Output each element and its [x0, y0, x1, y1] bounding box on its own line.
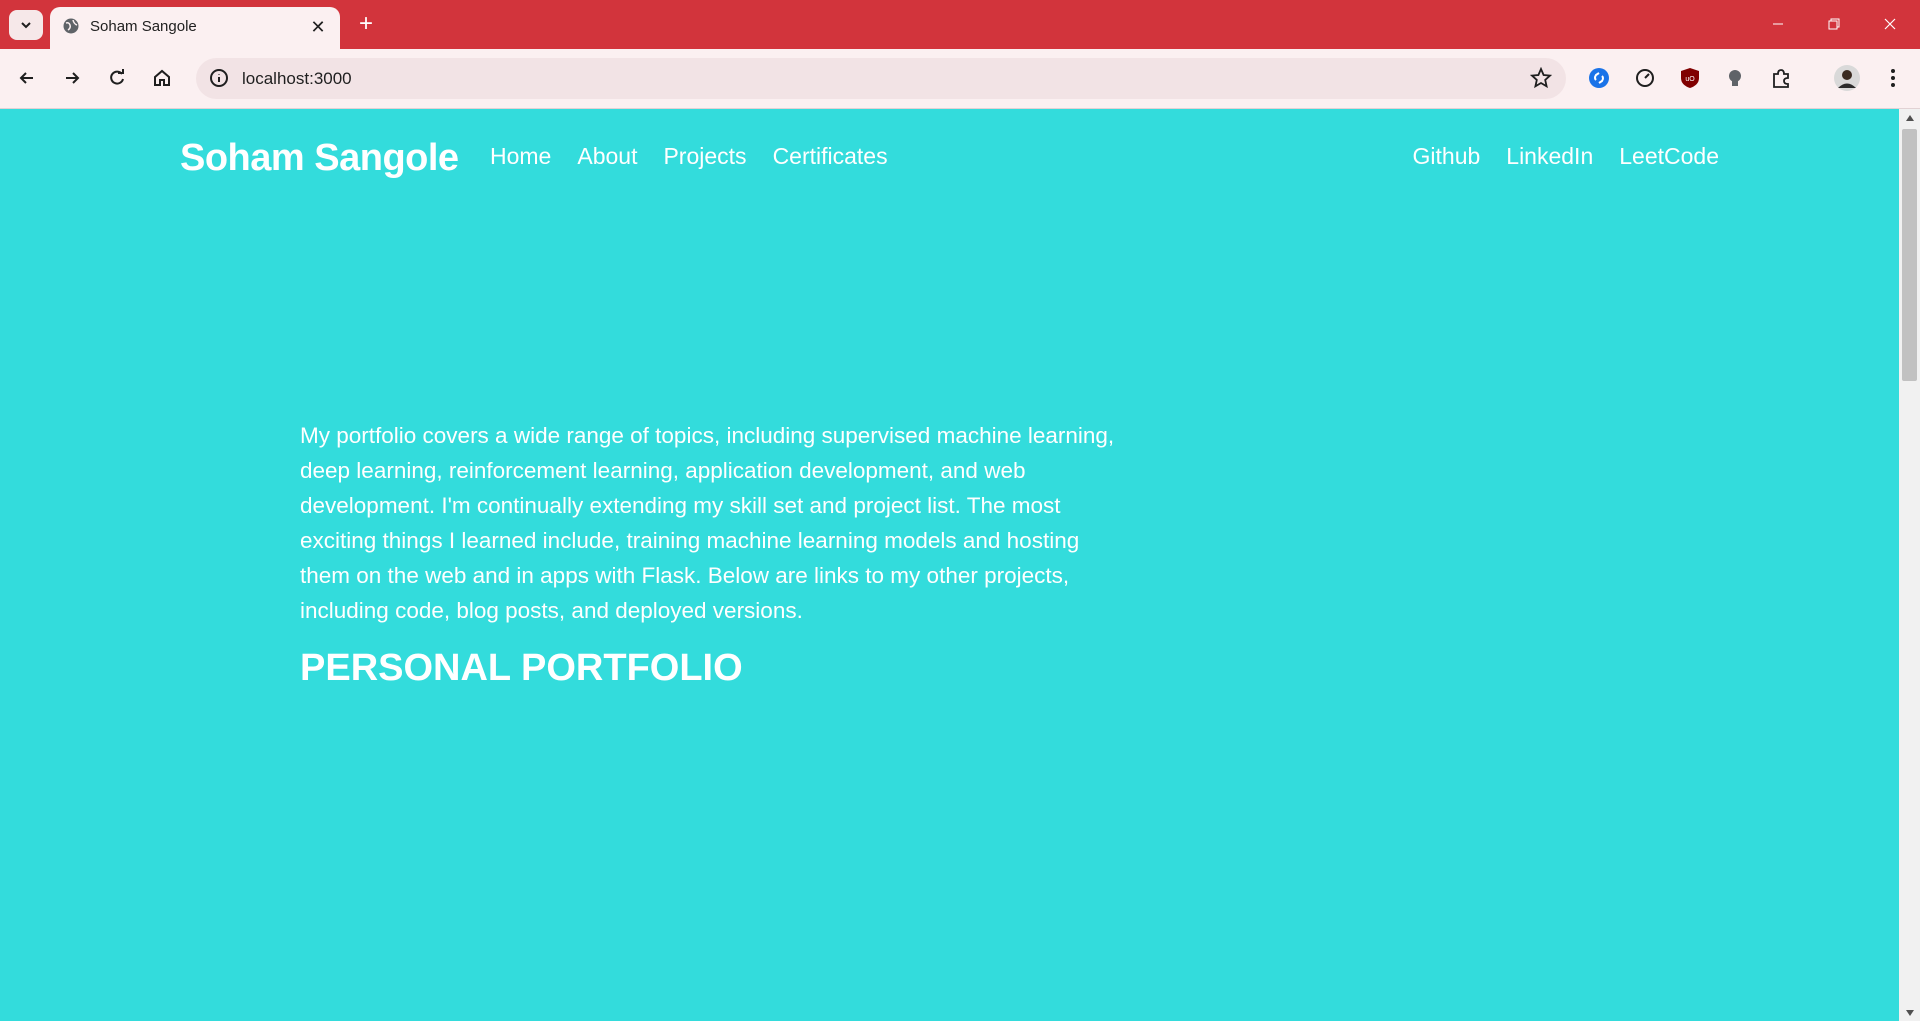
triangle-up-icon [1905, 114, 1914, 121]
page-viewport: Soham Sangole Home About Projects Certif… [0, 109, 1899, 1021]
tab-strip: Soham Sangole ✕ + [0, 0, 1920, 49]
close-window-button[interactable] [1862, 0, 1918, 48]
close-tab-icon[interactable]: ✕ [306, 15, 330, 39]
hero-description: My portfolio covers a wide range of topi… [300, 423, 1115, 623]
active-tab[interactable]: Soham Sangole ✕ [50, 7, 340, 49]
speedometer-extension-icon[interactable] [1631, 64, 1659, 92]
github-link[interactable]: Github [1413, 143, 1481, 170]
new-tab-button[interactable]: + [352, 10, 380, 38]
reload-button[interactable] [100, 61, 134, 95]
nav-projects-link[interactable]: Projects [663, 143, 746, 170]
arrow-right-icon [66, 72, 80, 84]
restore-button[interactable] [1806, 0, 1862, 48]
shazam-extension-icon[interactable] [1585, 64, 1613, 92]
reload-icon [110, 69, 124, 85]
address-bar[interactable]: localhost:3000 [196, 58, 1566, 99]
triangle-down-icon [1905, 1009, 1914, 1016]
minimize-icon [1773, 23, 1783, 25]
leetcode-link[interactable]: LeetCode [1619, 143, 1719, 170]
kebab-menu-icon [1891, 69, 1895, 87]
restore-icon [1828, 18, 1840, 30]
nav-home-link[interactable]: Home [490, 143, 551, 170]
back-button[interactable] [10, 61, 44, 95]
site-info-icon[interactable] [208, 67, 230, 89]
scroll-up-arrow[interactable] [1899, 109, 1920, 126]
social-nav: Github LinkedIn LeetCode [1413, 143, 1719, 170]
globe-icon [63, 18, 79, 34]
scroll-down-arrow[interactable] [1899, 1004, 1920, 1021]
page-scrollbar[interactable] [1899, 109, 1920, 1021]
main-nav: Home About Projects Certificates [490, 143, 888, 170]
close-icon [1884, 18, 1896, 30]
scroll-thumb[interactable] [1902, 129, 1917, 381]
nav-about-link[interactable]: About [577, 143, 637, 170]
tab-search-button[interactable] [9, 10, 43, 40]
lightbulb-extension-icon[interactable] [1721, 64, 1749, 92]
browser-toolbar: localhost:3000 uO [0, 49, 1920, 109]
site-navbar: Soham Sangole Home About Projects Certif… [0, 109, 1899, 205]
home-icon [154, 69, 170, 86]
chevron-down-icon [21, 22, 31, 29]
brand-logo[interactable]: Soham Sangole [180, 137, 459, 180]
arrow-left-icon [19, 72, 33, 84]
minimize-button[interactable] [1750, 0, 1806, 48]
forward-button[interactable] [55, 61, 89, 95]
url-text: localhost:3000 [242, 69, 352, 88]
extensions-puzzle-icon[interactable] [1767, 64, 1795, 92]
tab-title: Soham Sangole [90, 18, 197, 35]
home-button[interactable] [145, 61, 179, 95]
ublock-extension-icon[interactable]: uO [1676, 64, 1704, 92]
browser-menu-button[interactable] [1879, 64, 1907, 92]
bookmark-star-icon[interactable] [1530, 67, 1552, 89]
svg-text:uO: uO [1685, 76, 1695, 83]
profile-avatar[interactable] [1833, 64, 1861, 92]
hero-title: PERSONAL PORTFOLIO [300, 647, 743, 689]
nav-certificates-link[interactable]: Certificates [773, 143, 888, 170]
linkedin-link[interactable]: LinkedIn [1506, 143, 1593, 170]
